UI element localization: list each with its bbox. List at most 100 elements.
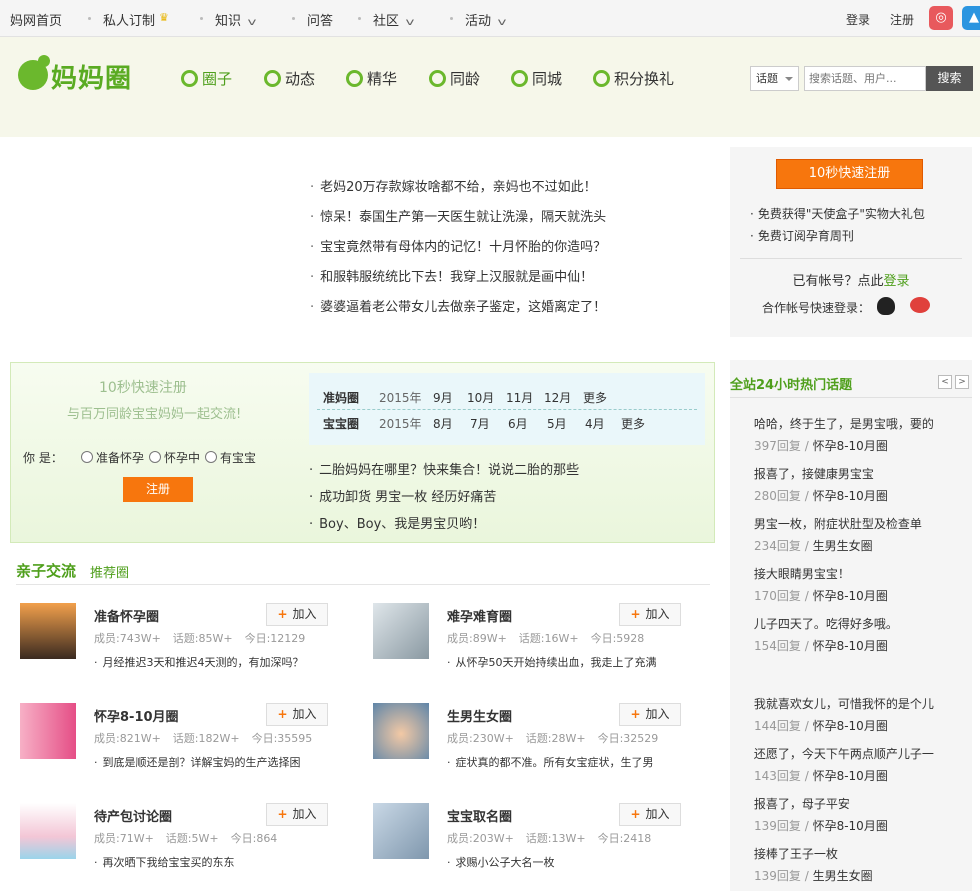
- headline-item[interactable]: 宝宝竟然带有母体内的记忆！十月怀胎的你造吗？: [310, 236, 606, 266]
- plus-icon: +: [630, 607, 641, 621]
- group-image[interactable]: [373, 703, 429, 759]
- hot-topic-title[interactable]: 儿子四天了。吃得好多哦。: [754, 615, 966, 633]
- group-name[interactable]: 难孕难育圈: [447, 606, 512, 625]
- qq-icon[interactable]: [877, 297, 895, 315]
- news-item[interactable]: 二胎妈妈在哪里？快来集合！说说二胎的那些: [309, 459, 579, 486]
- nav-same-age[interactable]: 同龄: [429, 68, 480, 89]
- group-image[interactable]: [20, 603, 76, 659]
- month-link[interactable]: 7月: [470, 415, 490, 432]
- month-link[interactable]: 10月: [467, 389, 494, 406]
- register-button[interactable]: 注册: [123, 477, 193, 502]
- search-type-select[interactable]: 话题: [750, 66, 799, 91]
- join-button[interactable]: + 加入: [619, 703, 681, 726]
- radio-preparing[interactable]: 准备怀孕: [81, 449, 144, 466]
- top-link-custom[interactable]: 私人订制 ♛: [103, 10, 169, 29]
- hot-topic-meta: 154回复 / 怀孕8-10月圈: [754, 639, 888, 653]
- prev-page-icon[interactable]: <: [938, 375, 952, 389]
- gear-icon: [264, 70, 281, 87]
- weibo-icon[interactable]: [910, 297, 930, 313]
- group-latest-post[interactable]: 再次晒下我给宝宝买的东东: [94, 854, 334, 870]
- group-latest-post[interactable]: 从怀孕50天开始持续出血，我走上了充满: [447, 654, 687, 670]
- radio-pregnant[interactable]: 怀孕中: [149, 449, 200, 466]
- month-link[interactable]: 8月: [433, 415, 453, 432]
- month-link[interactable]: 5月: [547, 415, 567, 432]
- top-link-community[interactable]: 社区 v: [373, 10, 414, 29]
- join-button[interactable]: + 加入: [619, 603, 681, 626]
- hot-topic-title[interactable]: 还愿了，今天下午两点顺产儿子一: [754, 745, 966, 763]
- month-link[interactable]: 4月: [585, 415, 605, 432]
- more-link[interactable]: 更多: [583, 389, 607, 406]
- hot-topic-title[interactable]: 我就喜欢女儿，可惜我怀的是个儿: [754, 695, 966, 713]
- hot-topic-group[interactable]: 怀孕8-10月圈: [813, 719, 888, 733]
- headline-item[interactable]: 婆婆逼着老公带女儿去做亲子鉴定，这婚离定了！: [310, 296, 606, 326]
- hot-topic-group[interactable]: 生男生女圈: [813, 539, 873, 553]
- hot-topic-group[interactable]: 怀孕8-10月圈: [813, 489, 888, 503]
- group-image[interactable]: [20, 803, 76, 859]
- login-link[interactable]: 登录: [884, 274, 910, 289]
- nav-circles[interactable]: 圈子: [181, 68, 232, 89]
- hot-topic-item: 接大眼睛男宝宝！ 170回复 / 怀孕8-10月圈: [754, 565, 966, 604]
- group-name[interactable]: 待产包讨论圈: [94, 806, 172, 825]
- hot-topic-group[interactable]: 怀孕8-10月圈: [813, 589, 888, 603]
- nav-featured[interactable]: 精华: [346, 68, 397, 89]
- headline-item[interactable]: 老妈20万存款嫁妆啥都不给，亲妈也不过如此！: [310, 176, 606, 206]
- month-link[interactable]: 6月: [508, 415, 528, 432]
- group-name[interactable]: 宝宝取名圈: [447, 806, 512, 825]
- nav-points-gifts[interactable]: 积分换礼: [593, 68, 674, 89]
- headline-item[interactable]: 和服韩服统统比下去！我穿上汉服就是画中仙！: [310, 266, 606, 296]
- group-name[interactable]: 准备怀孕圈: [94, 606, 159, 625]
- hot-topic-title[interactable]: 报喜了，母子平安: [754, 795, 966, 813]
- you-are-label: 你 是：: [23, 451, 63, 465]
- news-item[interactable]: Boy、Boy、我是男宝贝哟！: [309, 513, 579, 540]
- group-name[interactable]: 生男生女圈: [447, 706, 512, 725]
- group-latest-post[interactable]: 求赐小公子大名一枚: [447, 854, 687, 870]
- group-latest-post[interactable]: 到底是顺还是剖？详解宝妈的生产选择困: [94, 754, 334, 770]
- qq-icon[interactable]: ▲: [962, 6, 980, 30]
- group-latest-post[interactable]: 症状真的都不准。所有女宝症状，生了男: [447, 754, 687, 770]
- group-image[interactable]: [373, 603, 429, 659]
- search-button[interactable]: 搜索: [926, 66, 973, 91]
- row-label: 准妈圈: [323, 391, 360, 405]
- month-link[interactable]: 9月: [433, 389, 453, 406]
- headline-item[interactable]: 惊呆！泰国生产第一天医生就让洗澡，隔天就洗头: [310, 206, 606, 236]
- radio-has-baby[interactable]: 有宝宝: [205, 449, 256, 466]
- hot-topic-group[interactable]: 生男生女圈: [813, 869, 873, 883]
- top-bar: 妈网首页 私人订制 ♛ 知识 v 问答 社区 v 活动 v 登录 注册 ◎ ▲: [0, 0, 980, 37]
- hot-topic-title[interactable]: 接棒了王子一枚: [754, 845, 966, 863]
- hot-topic-title[interactable]: 接大眼睛男宝宝！: [754, 565, 966, 583]
- hot-topic-group[interactable]: 怀孕8-10月圈: [813, 769, 888, 783]
- join-button[interactable]: + 加入: [266, 603, 328, 626]
- top-link-home[interactable]: 妈网首页: [10, 10, 62, 29]
- join-button[interactable]: + 加入: [266, 703, 328, 726]
- group-image[interactable]: [373, 803, 429, 859]
- search-input[interactable]: [804, 66, 926, 91]
- top-link-events[interactable]: 活动 v: [465, 10, 506, 29]
- group-name[interactable]: 怀孕8-10月圈: [94, 706, 179, 725]
- quick-register-button[interactable]: 10秒快速注册: [776, 159, 923, 189]
- next-page-icon[interactable]: >: [955, 375, 969, 389]
- join-button[interactable]: + 加入: [619, 803, 681, 826]
- site-logo[interactable]: 妈妈圈: [18, 54, 138, 99]
- month-link[interactable]: 11月: [506, 389, 533, 406]
- hot-topic-group[interactable]: 怀孕8-10月圈: [813, 639, 888, 653]
- hot-topic-group[interactable]: 怀孕8-10月圈: [813, 439, 888, 453]
- hot-topic-title[interactable]: 哈哈，终于生了，是男宝哦，要的: [754, 415, 966, 433]
- join-button[interactable]: + 加入: [266, 803, 328, 826]
- news-item[interactable]: 成功卸货 男宝一枚 经历好痛苦: [309, 486, 579, 513]
- hot-topic-title[interactable]: 报喜了，接健康男宝宝: [754, 465, 966, 483]
- section-subtitle[interactable]: 推荐圈: [90, 562, 129, 581]
- group-latest-post[interactable]: 月经推迟3天和推迟4天测的，有加深吗？: [94, 654, 334, 670]
- login-link[interactable]: 登录: [846, 11, 870, 28]
- hot-topics-panel: 全站24小时热门话题 < > 哈哈，终于生了，是男宝哦，要的 397回复 / 怀孕…: [730, 360, 972, 891]
- top-link-knowledge[interactable]: 知识 v: [215, 10, 256, 29]
- nav-same-city[interactable]: 同城: [511, 68, 562, 89]
- register-link[interactable]: 注册: [890, 11, 914, 28]
- hot-topic-group[interactable]: 怀孕8-10月圈: [813, 819, 888, 833]
- group-image[interactable]: [20, 703, 76, 759]
- hot-topic-title[interactable]: 男宝一枚，附症状肚型及检查单: [754, 515, 966, 533]
- weibo-icon[interactable]: ◎: [929, 6, 953, 30]
- more-link[interactable]: 更多: [621, 415, 645, 432]
- top-link-qa[interactable]: 问答: [307, 10, 333, 29]
- month-link[interactable]: 12月: [544, 389, 571, 406]
- nav-activity[interactable]: 动态: [264, 68, 315, 89]
